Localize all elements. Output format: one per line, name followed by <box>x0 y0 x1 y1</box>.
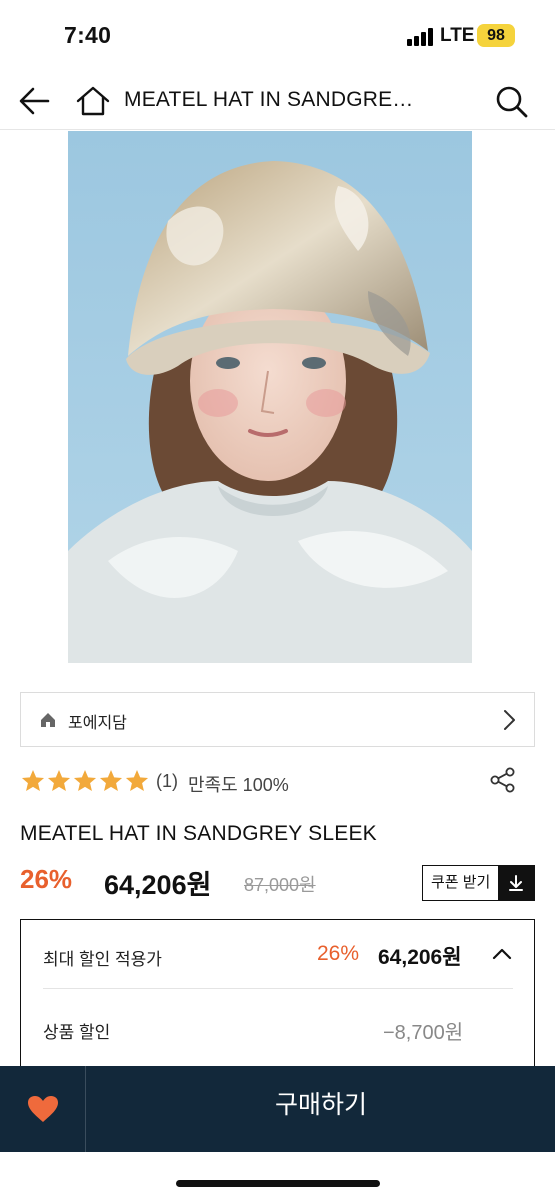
network-type: LTE <box>440 25 475 46</box>
product-discount-amount: −8,700원 <box>383 1022 464 1044</box>
review-count[interactable]: (1) <box>156 771 178 792</box>
max-discount-rate: 26% <box>317 942 360 965</box>
download-icon <box>498 866 534 900</box>
home-icon[interactable] <box>75 84 111 118</box>
battery-indicator: 98 <box>477 24 515 47</box>
home-indicator <box>176 1180 380 1187</box>
buy-button[interactable]: 구매하기 <box>87 1066 555 1152</box>
nav-bar: MEATEL HAT IN SANDGRE… <box>0 72 555 130</box>
sale-price: 64,206원 <box>104 870 212 900</box>
discount-rate: 26% <box>20 864 73 894</box>
star-rating <box>20 768 150 796</box>
star-icon <box>46 768 72 794</box>
satisfaction-text: 만족도 100% <box>188 775 289 795</box>
divider <box>43 988 513 989</box>
heart-icon <box>27 1096 58 1122</box>
star-icon <box>124 768 150 794</box>
share-icon[interactable] <box>489 766 517 794</box>
page-title: MEATEL HAT IN SANDGRE… <box>124 88 414 111</box>
home-icon <box>39 711 57 729</box>
status-time: 7:40 <box>64 22 112 48</box>
back-icon[interactable] <box>18 85 52 117</box>
max-discount-price: 64,206원 <box>378 946 462 969</box>
product-discount-label: 상품 할인 <box>43 1023 111 1042</box>
coupon-label: 쿠폰 받기 <box>430 874 491 891</box>
chevron-up-icon[interactable] <box>491 946 513 962</box>
status-bar: 7:40 LTE 98 <box>0 0 555 72</box>
star-icon <box>98 768 124 794</box>
signal-icon <box>407 28 433 46</box>
max-discount-label: 최대 할인 적용가 <box>43 950 162 969</box>
brand-name: 포에지담 <box>68 715 127 732</box>
coupon-download-button[interactable]: 쿠폰 받기 <box>422 865 535 901</box>
product-image[interactable] <box>68 131 472 663</box>
brand-link[interactable]: 포에지담 <box>20 692 535 747</box>
price-row: 26% 64,206원 87,000원 쿠폰 받기 <box>20 862 535 902</box>
star-icon <box>72 768 98 794</box>
bottom-bar: 구매하기 <box>0 1066 555 1152</box>
like-button[interactable] <box>0 1066 86 1152</box>
original-price: 87,000원 <box>244 875 316 895</box>
star-icon <box>20 768 46 794</box>
rating-row: (1) 만족도 100% <box>20 765 535 797</box>
discount-details: 최대 할인 적용가 26% 64,206원 상품 할인 −8,700원 <box>20 919 535 1089</box>
search-icon[interactable] <box>494 84 530 120</box>
product-name: MEATEL HAT IN SANDGREY SLEEK <box>20 822 377 845</box>
chevron-right-icon <box>500 707 518 733</box>
